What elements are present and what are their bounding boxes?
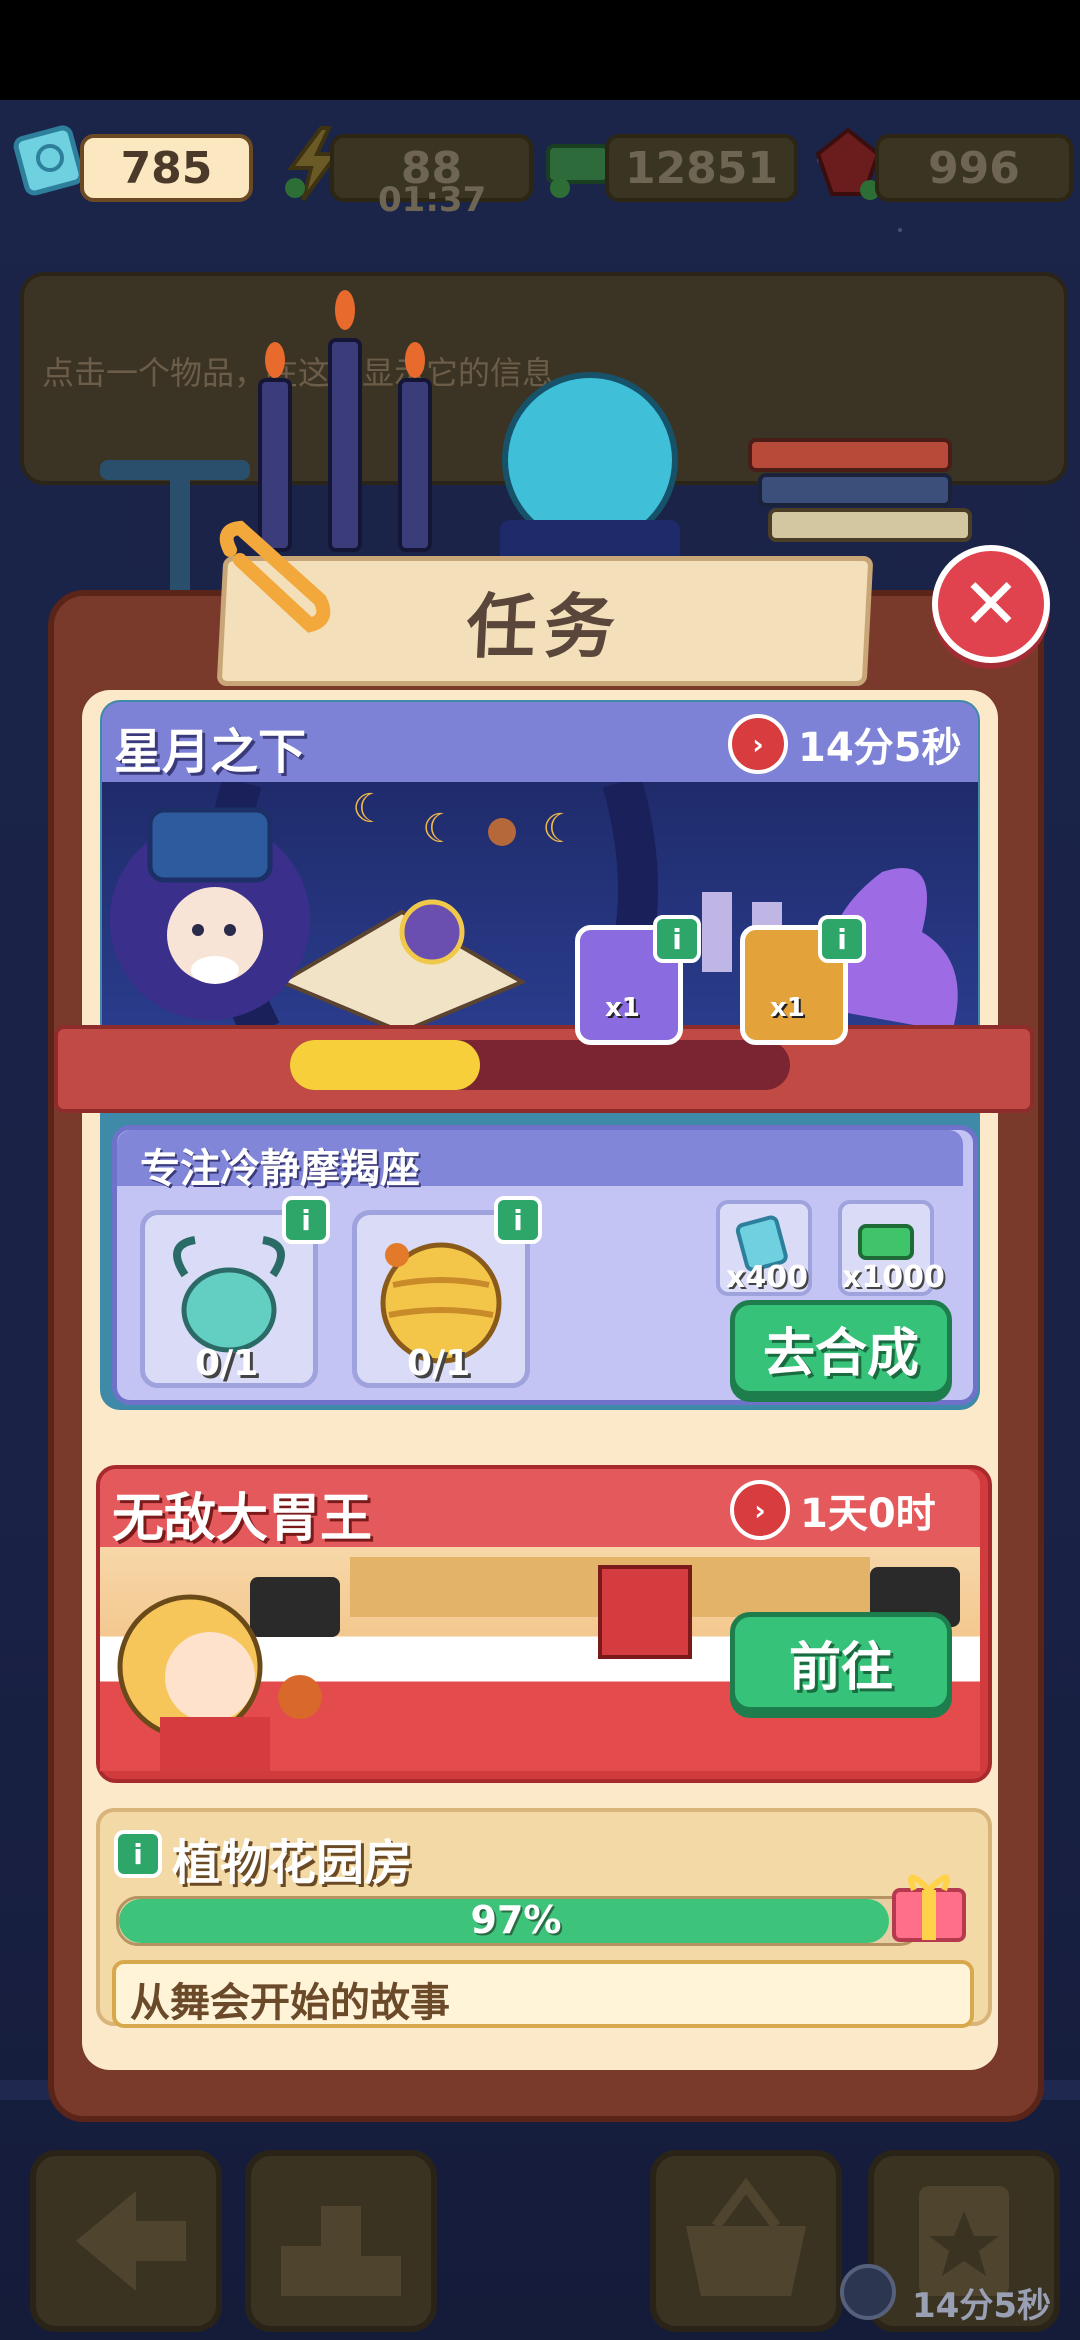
energy-timer: 01:37 xyxy=(378,180,487,220)
close-button[interactable]: ✕ xyxy=(932,545,1050,663)
svg-text:☾: ☾ xyxy=(352,786,388,832)
shop-button[interactable] xyxy=(650,2150,842,2332)
arrow-left-icon xyxy=(76,2191,186,2291)
gift-icon[interactable] xyxy=(884,1860,974,1950)
event-reward-1-count: x1 xyxy=(605,993,640,1023)
ruby-count: 996 xyxy=(875,134,1073,202)
event2-timer: › 1天0时 xyxy=(730,1480,936,1540)
go-button[interactable]: 前往 xyxy=(730,1612,952,1712)
info-icon[interactable]: i xyxy=(114,1830,162,1878)
star-badge-icon xyxy=(840,2264,896,2320)
podium-icon xyxy=(281,2206,401,2296)
info-icon[interactable]: i xyxy=(282,1196,330,1244)
ticket-icon xyxy=(13,125,84,196)
cash-count: 12851 xyxy=(605,134,798,202)
event-reward-2[interactable]: x1 i xyxy=(740,915,866,1045)
task-reward-tickets: x400 xyxy=(716,1200,812,1296)
event-reward-1[interactable]: x1 i xyxy=(575,915,701,1045)
ticket-currency[interactable] xyxy=(10,118,90,202)
event-timer-text: 14分5秒 xyxy=(798,725,962,771)
event2-title: 无敌大胃王 xyxy=(112,1489,373,1549)
close-icon: ✕ xyxy=(961,563,1021,645)
basket-icon xyxy=(686,2177,806,2296)
paperclip-icon xyxy=(219,520,331,633)
info-icon[interactable]: i xyxy=(494,1196,542,1244)
event-card-dance-story: 从舞会开始的故事 xyxy=(112,1960,974,2028)
event2-timer-text: 1天0时 xyxy=(800,1491,936,1537)
svg-text:☾: ☾ xyxy=(422,806,458,852)
go-merge-button[interactable]: 去合成 xyxy=(730,1300,952,1396)
modal-title: 任务 xyxy=(464,585,625,668)
info-icon[interactable]: i xyxy=(818,915,866,963)
clock-icon: › xyxy=(728,714,788,774)
task-item-2-count: 0/1 xyxy=(407,1343,471,1384)
task-reward-cash-count: x1000 xyxy=(842,1260,945,1295)
task-item-1-count: 0/1 xyxy=(195,1343,259,1384)
status-bar xyxy=(0,0,1080,100)
event-reward-2-count: x1 xyxy=(770,993,805,1023)
svg-text:☾: ☾ xyxy=(542,806,578,852)
clock-icon: › xyxy=(730,1480,790,1540)
task-reward-cash: x1000 xyxy=(838,1200,945,1296)
info-icon[interactable]: i xyxy=(653,915,701,963)
leaderboard-button[interactable] xyxy=(245,2150,437,2332)
task-title: 专注冷静摩羯座 xyxy=(140,1146,420,1192)
event-progress-fill xyxy=(290,1040,480,1090)
event3-title: 植物花园房 xyxy=(172,1835,413,1891)
ticket-count: 785 xyxy=(80,134,253,202)
event-timer: › 14分5秒 xyxy=(728,714,962,774)
event4-title: 从舞会开始的故事 xyxy=(130,1980,450,2026)
event3-progress-label: 97% xyxy=(470,1898,562,1942)
toolbar-timer: 14分5秒 xyxy=(912,2286,1051,2326)
back-button[interactable] xyxy=(30,2150,222,2332)
task-reward-tickets-count: x400 xyxy=(726,1260,808,1295)
fortune-teller-avatar xyxy=(110,807,310,1020)
